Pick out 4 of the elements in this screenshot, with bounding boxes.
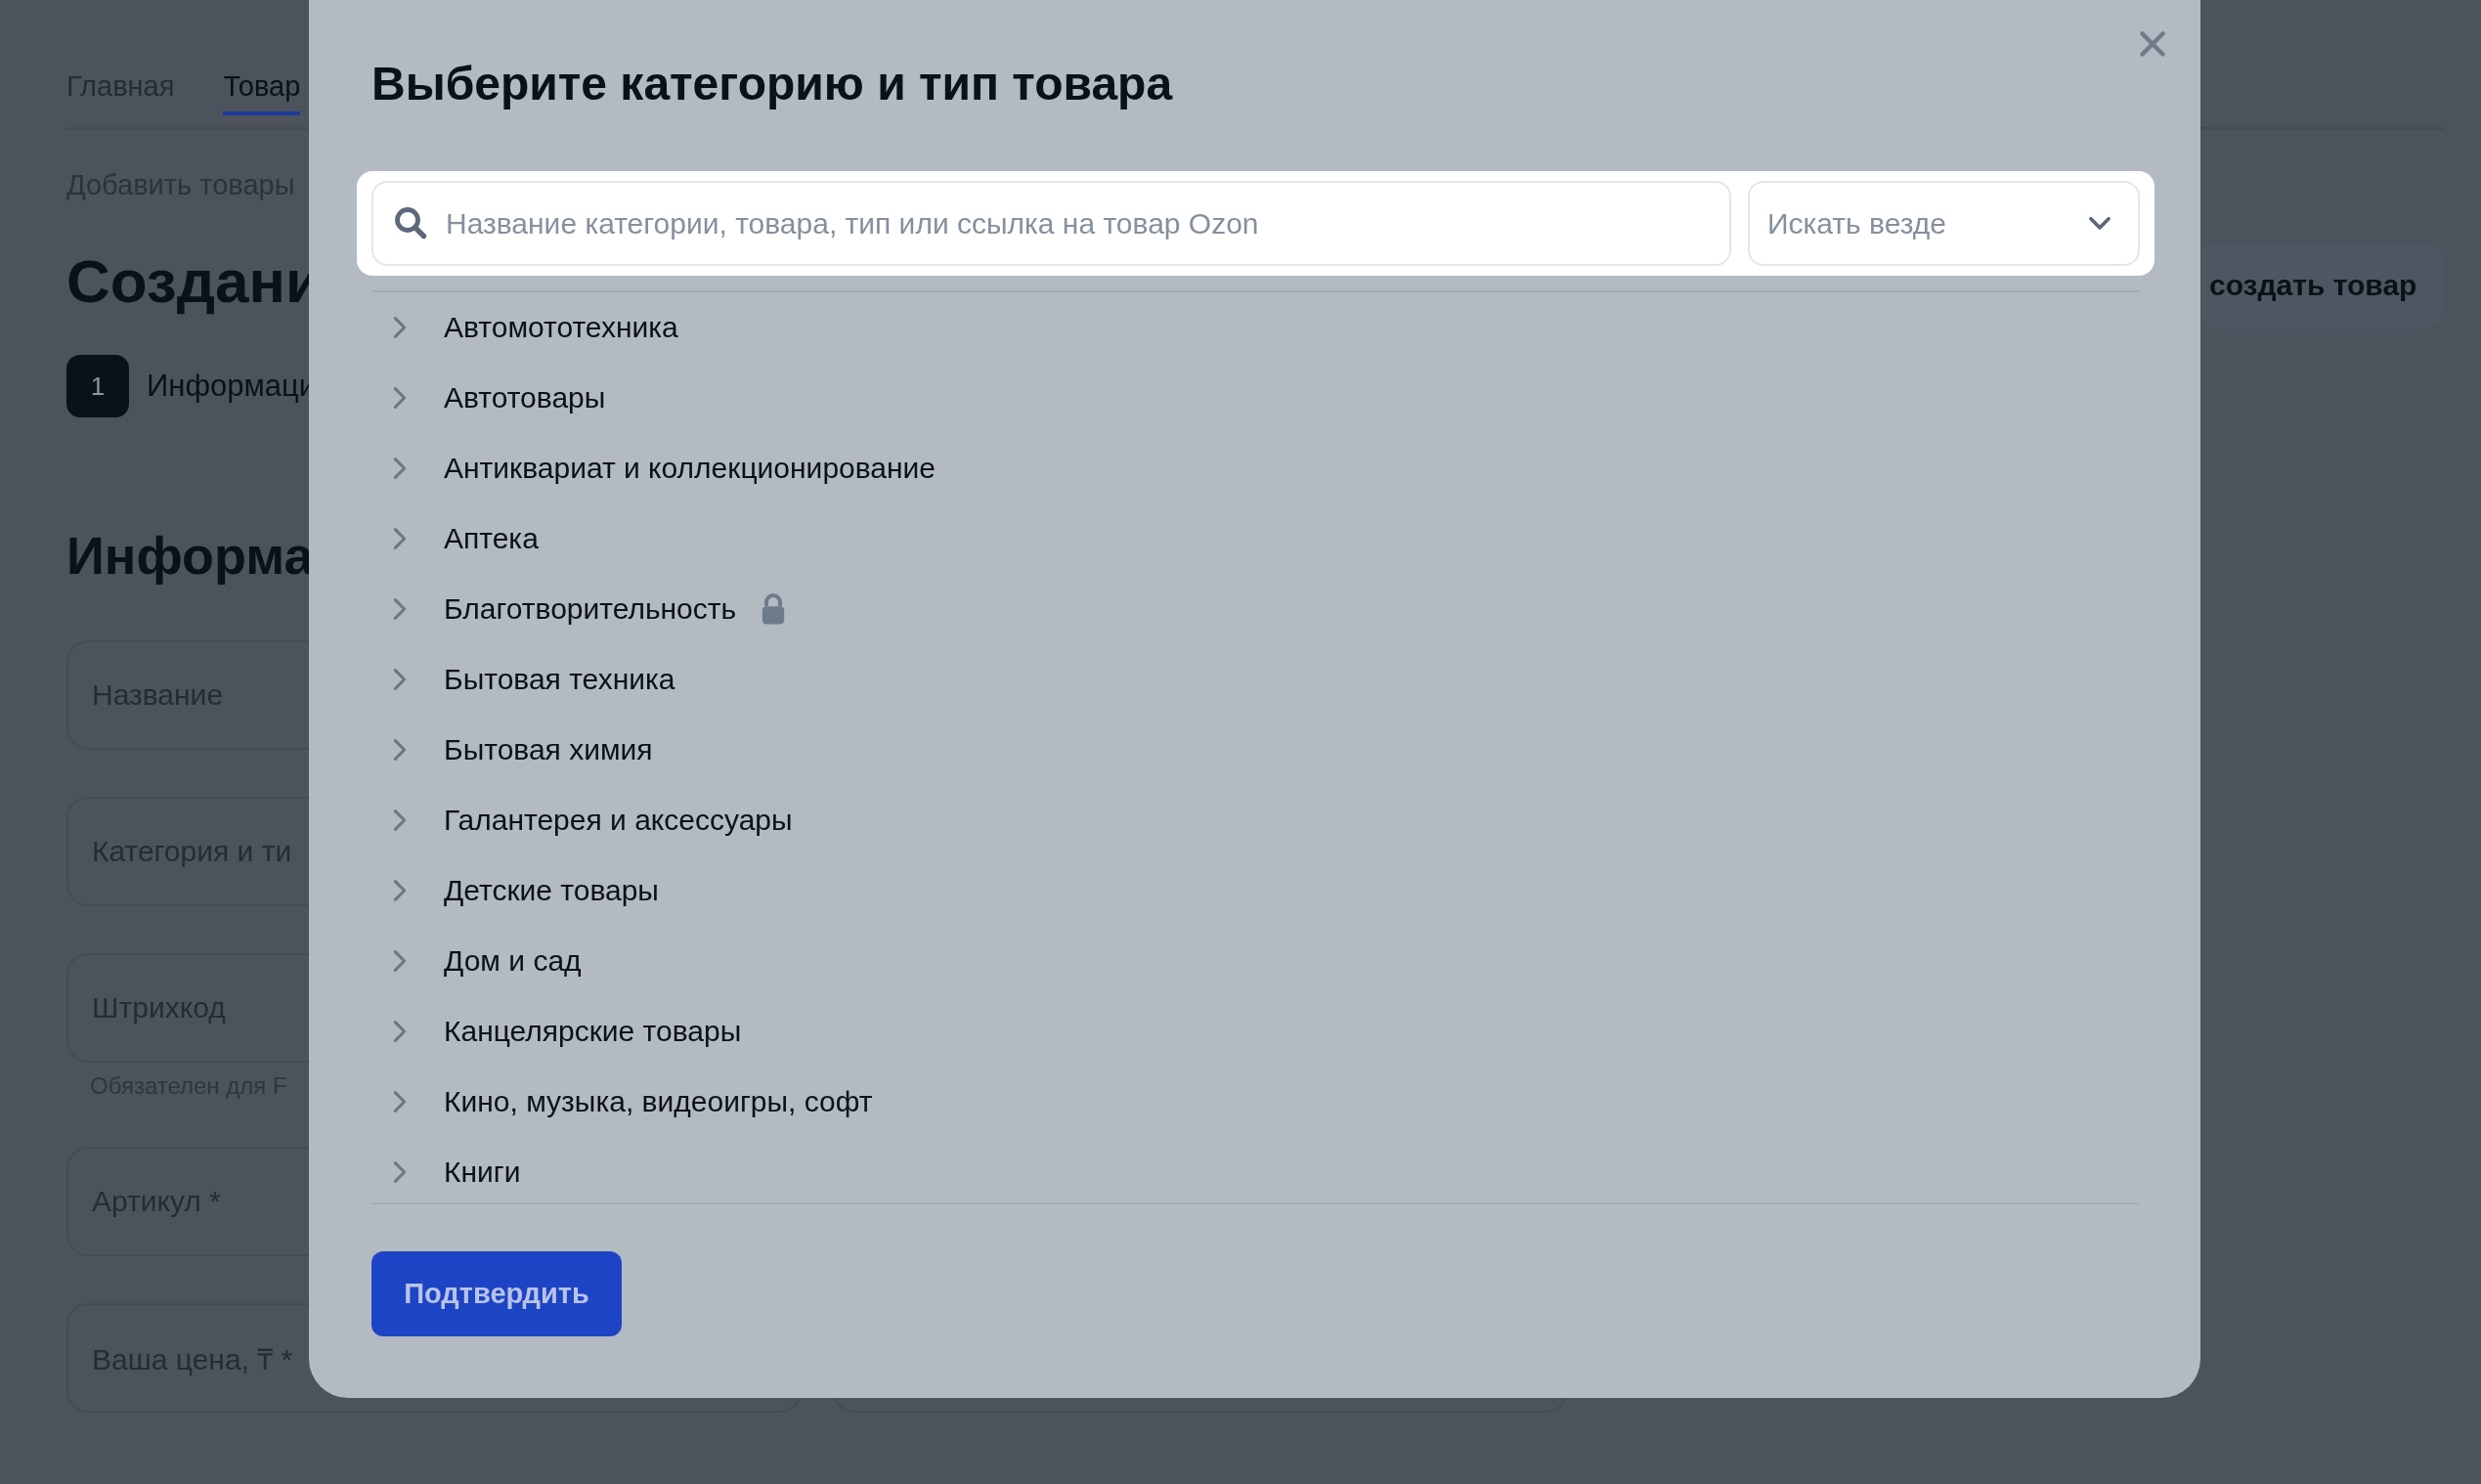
section-title: Информа	[66, 525, 314, 586]
step-label: Информаци	[147, 369, 316, 404]
step-badge: 1	[66, 355, 129, 417]
dialog-title: Выберите категорию и тип товара	[371, 57, 1174, 111]
